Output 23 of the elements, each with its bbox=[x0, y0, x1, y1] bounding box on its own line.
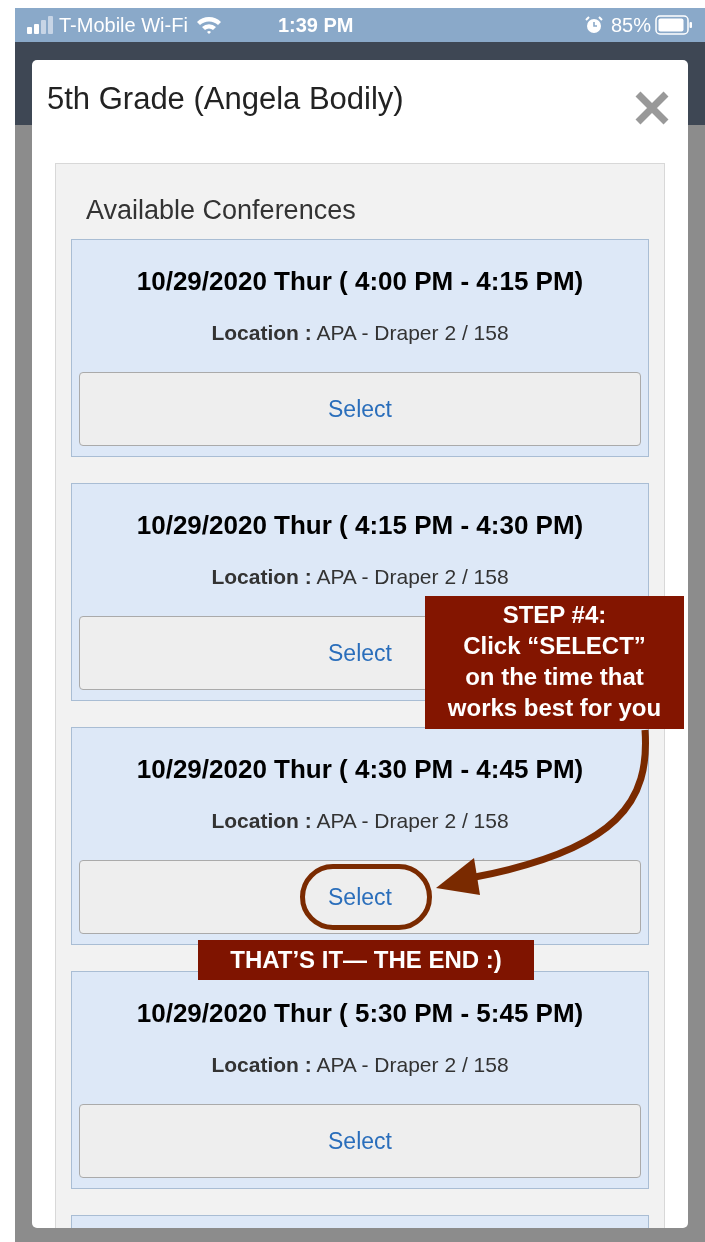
conference-location: Location : APA - Draper 2 / 158 bbox=[211, 319, 509, 346]
battery-icon bbox=[655, 15, 693, 35]
close-icon[interactable] bbox=[634, 90, 670, 126]
conference-location: Location : APA - Draper 2 / 158 bbox=[211, 563, 509, 590]
battery-percent: 85% bbox=[610, 13, 651, 38]
wifi-icon bbox=[195, 16, 222, 34]
alarm-icon bbox=[584, 16, 603, 34]
conference-location: Location : APA - Draper 2 / 158 bbox=[211, 807, 509, 834]
signal-icon bbox=[27, 16, 53, 34]
modal-title: 5th Grade (Angela Bodily) bbox=[47, 80, 404, 118]
select-button[interactable]: Select bbox=[79, 860, 641, 934]
clock-time: 1:39 PM bbox=[277, 13, 354, 38]
select-button[interactable]: Select bbox=[79, 1104, 641, 1178]
section-title: Available Conferences bbox=[85, 194, 357, 227]
step-callout-tooltip: STEP #4: Click “SELECT” on the time that works best for you bbox=[425, 596, 684, 729]
conference-time: 10/29/2020 Thur ( 4:00 PM - 4:15 PM) bbox=[136, 264, 584, 298]
select-button[interactable]: Select bbox=[79, 372, 641, 446]
carrier-name: T-Mobile Wi-Fi bbox=[59, 13, 188, 38]
conference-time: 10/29/2020 Thur ( 4:15 PM - 4:30 PM) bbox=[136, 508, 584, 542]
conference-location: Location : APA - Draper 2 / 158 bbox=[211, 1051, 509, 1078]
end-banner: THAT’S IT— THE END :) bbox=[198, 940, 534, 980]
conference-time: 10/29/2020 Thur ( 4:30 PM - 4:45 PM) bbox=[136, 752, 584, 786]
conference-time: 10/29/2020 Thur ( 5:30 PM - 5:45 PM) bbox=[136, 996, 584, 1030]
